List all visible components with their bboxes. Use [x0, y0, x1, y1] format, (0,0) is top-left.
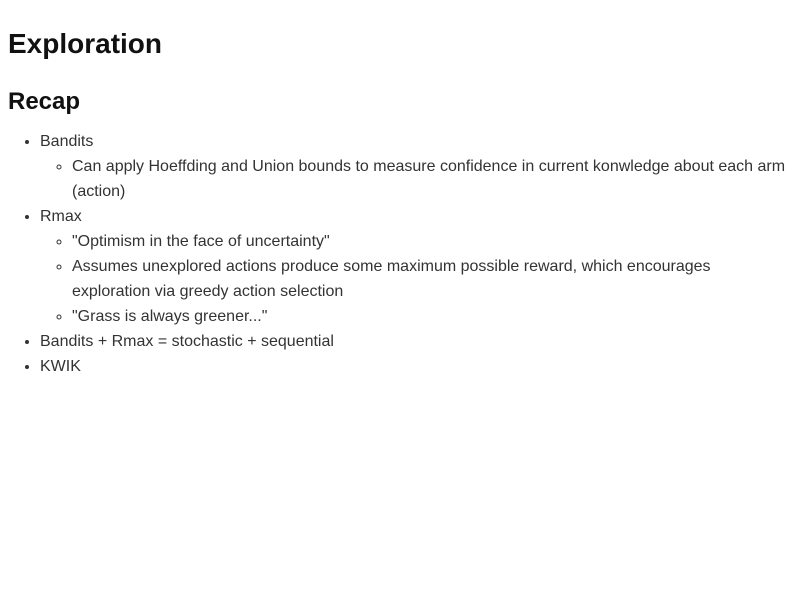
list-item-label: Rmax	[40, 208, 82, 225]
sub-list-bandits: Can apply Hoeffding and Union bounds to …	[40, 154, 792, 204]
list-item-kwik: KWIK	[40, 354, 792, 379]
list-item-label: Bandits + Rmax = stochastic + sequential	[40, 333, 334, 350]
list-item-label: Bandits	[40, 133, 94, 150]
sub-list-item: "Grass is always greener..."	[72, 304, 792, 329]
list-item-label: KWIK	[40, 358, 81, 375]
section-heading-recap: Recap	[8, 88, 81, 115]
sub-list-rmax: "Optimism in the face of uncertainty" As…	[40, 229, 792, 329]
sub-list-item: Assumes unexplored actions produce some …	[72, 254, 792, 304]
list-item-bandits-rmax: Bandits + Rmax = stochastic + sequential	[40, 329, 792, 354]
sub-list-item: Can apply Hoeffding and Union bounds to …	[72, 154, 792, 204]
document-page: Exploration Recap Bandits Can apply Hoef…	[0, 0, 800, 600]
sub-list-item: "Optimism in the face of uncertainty"	[72, 229, 792, 254]
list-item-rmax: Rmax "Optimism in the face of uncertaint…	[40, 204, 792, 329]
list-item-bandits: Bandits Can apply Hoeffding and Union bo…	[40, 129, 792, 204]
page-title: Exploration	[8, 28, 163, 59]
recap-list: Bandits Can apply Hoeffding and Union bo…	[8, 129, 792, 379]
